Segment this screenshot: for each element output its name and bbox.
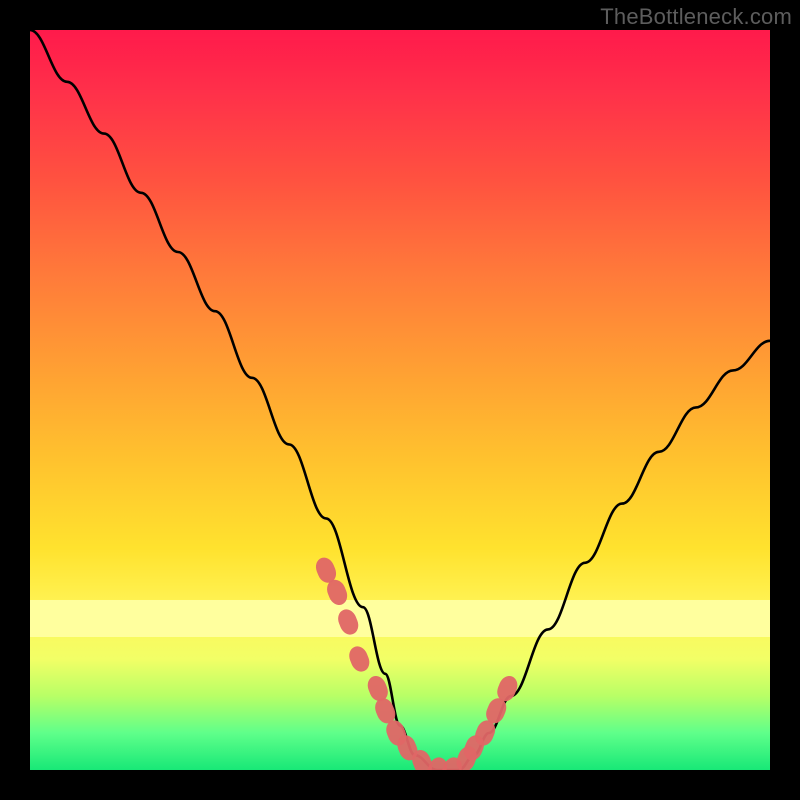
chart-frame: TheBottleneck.com [0, 0, 800, 800]
curve-marker [424, 755, 450, 770]
watermark-text: TheBottleneck.com [600, 4, 792, 30]
curve-marker [346, 644, 372, 675]
curve-marker [453, 743, 479, 770]
curve-marker [409, 747, 435, 770]
curve-marker [394, 732, 420, 763]
plot-area [30, 30, 770, 770]
curve-marker [383, 718, 409, 749]
curve-marker [313, 555, 339, 586]
curve-marker [461, 732, 487, 763]
bottleneck-curve [30, 30, 770, 770]
pale-yellow-band [30, 600, 770, 637]
curve-marker [483, 695, 509, 726]
curve-marker [472, 718, 498, 749]
curve-marker [365, 673, 391, 704]
curve-marker [372, 695, 398, 726]
curve-marker [439, 755, 465, 770]
curve-marker [494, 673, 520, 704]
